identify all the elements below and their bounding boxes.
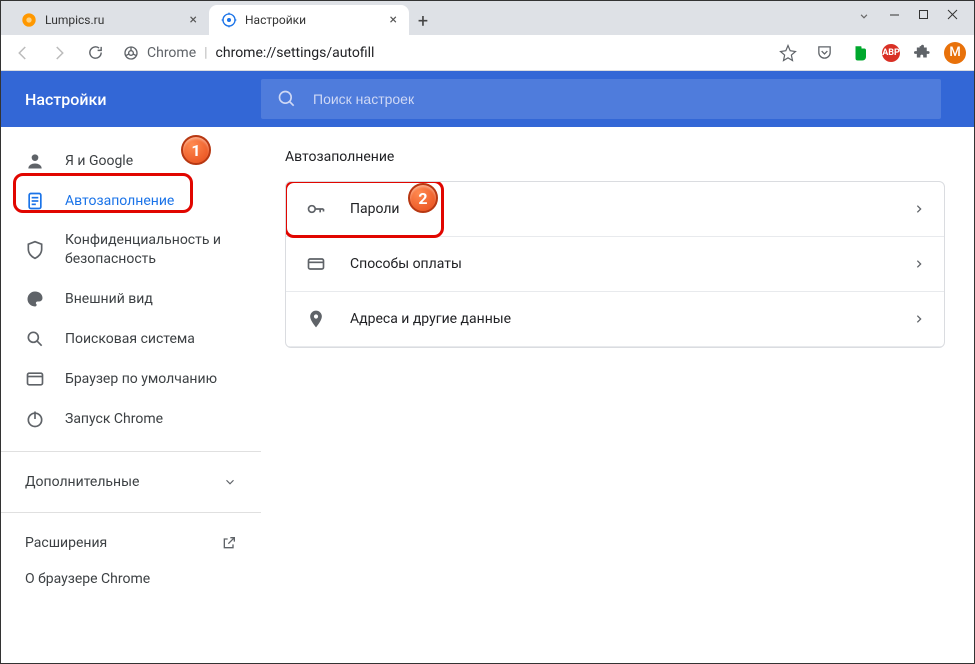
back-button[interactable] bbox=[9, 39, 37, 67]
sidebar-label: Дополнительные bbox=[25, 474, 139, 490]
search-input[interactable] bbox=[313, 91, 925, 107]
evernote-icon[interactable] bbox=[846, 39, 874, 67]
sidebar-item-on-startup[interactable]: Запуск Chrome bbox=[1, 399, 261, 439]
tabs-dropdown-icon[interactable] bbox=[857, 9, 871, 23]
sidebar-item-privacy[interactable]: Конфиденциальность и безопасность bbox=[1, 221, 261, 279]
sidebar-item-default-browser[interactable]: Браузер по умолчанию bbox=[1, 359, 261, 399]
extensions-icon[interactable] bbox=[908, 39, 936, 67]
sidebar-item-you-and-google[interactable]: Я и Google bbox=[1, 141, 261, 181]
tab-lumpics[interactable]: Lumpics.ru × bbox=[9, 5, 209, 35]
sidebar-label: Внешний вид bbox=[65, 291, 153, 307]
section-title: Автозаполнение bbox=[285, 149, 950, 165]
sidebar-label: Расширения bbox=[25, 535, 107, 551]
tabstrip: Lumpics.ru × Настройки × + bbox=[1, 1, 974, 35]
settings-card: Пароли Способы оплаты Адреса и другие да… bbox=[285, 181, 945, 348]
autofill-icon bbox=[25, 191, 45, 211]
chevron-down-icon bbox=[223, 475, 237, 489]
chevron-right-icon bbox=[914, 314, 924, 324]
page-title: Настройки bbox=[1, 90, 261, 109]
reload-button[interactable] bbox=[81, 39, 109, 67]
minimize-icon[interactable] bbox=[889, 9, 900, 23]
person-icon bbox=[25, 151, 45, 171]
power-icon bbox=[25, 409, 45, 429]
sidebar-label: Конфиденциальность и безопасность bbox=[65, 231, 237, 269]
divider bbox=[1, 512, 261, 513]
sidebar-item-autofill[interactable]: Автозаполнение bbox=[1, 181, 261, 221]
sidebar-label: Браузер по умолчанию bbox=[65, 371, 217, 387]
tab-title: Lumpics.ru bbox=[45, 13, 182, 27]
row-label: Адреса и другие данные bbox=[350, 311, 914, 327]
chevron-right-icon bbox=[914, 259, 924, 269]
forward-button[interactable] bbox=[45, 39, 73, 67]
close-icon[interactable]: × bbox=[190, 12, 197, 28]
favicon-lumpics bbox=[21, 12, 37, 28]
open-external-icon bbox=[221, 535, 237, 551]
url-text: chrome://settings/autofill bbox=[216, 45, 375, 61]
sidebar-label: Автозаполнение bbox=[65, 193, 174, 209]
search-icon bbox=[25, 329, 45, 349]
sidebar-item-advanced[interactable]: Дополнительные bbox=[1, 464, 261, 500]
sidebar-label: Я и Google bbox=[65, 153, 133, 169]
toolbar: Chrome | chrome://settings/autofill ABP … bbox=[1, 35, 974, 71]
shield-icon bbox=[25, 240, 45, 260]
sidebar-item-appearance[interactable]: Внешний вид bbox=[1, 279, 261, 319]
favicon-settings bbox=[221, 12, 237, 28]
chrome-logo-icon bbox=[123, 45, 139, 61]
browser-icon bbox=[25, 369, 45, 389]
palette-icon bbox=[25, 289, 45, 309]
annotation-badge-2: 2 bbox=[408, 183, 438, 213]
window-close-icon[interactable] bbox=[947, 9, 958, 23]
sidebar-label: Поисковая система bbox=[65, 331, 195, 347]
row-payment-methods[interactable]: Способы оплаты bbox=[286, 237, 944, 292]
content: Автозаполнение Пароли Способы оплаты Адр… bbox=[261, 127, 974, 653]
url-scheme: Chrome bbox=[147, 45, 196, 61]
sidebar-item-about[interactable]: О браузере Chrome bbox=[1, 561, 261, 597]
tab-settings[interactable]: Настройки × bbox=[209, 5, 409, 35]
card-icon bbox=[306, 254, 326, 274]
tab-title: Настройки bbox=[245, 13, 382, 27]
profile-avatar[interactable]: M bbox=[944, 42, 966, 64]
row-passwords[interactable]: Пароли bbox=[286, 182, 944, 237]
close-icon[interactable]: × bbox=[390, 12, 397, 28]
chevron-right-icon bbox=[914, 204, 924, 214]
row-addresses[interactable]: Адреса и другие данные bbox=[286, 292, 944, 347]
window-controls bbox=[857, 1, 974, 23]
annotation-badge-1: 1 bbox=[181, 135, 211, 165]
divider bbox=[1, 451, 261, 452]
row-label: Способы оплаты bbox=[350, 256, 914, 272]
location-icon bbox=[306, 309, 326, 329]
sidebar-label: О браузере Chrome bbox=[25, 571, 150, 587]
settings-header: Настройки bbox=[1, 71, 974, 127]
pocket-icon[interactable] bbox=[810, 39, 838, 67]
key-icon bbox=[306, 199, 326, 219]
search-icon bbox=[277, 89, 297, 109]
sidebar-label: Запуск Chrome bbox=[65, 411, 163, 427]
sidebar: Я и Google Автозаполнение Конфиденциальн… bbox=[1, 127, 261, 653]
maximize-icon[interactable] bbox=[918, 9, 929, 23]
address-bar[interactable]: Chrome | chrome://settings/autofill bbox=[117, 45, 766, 61]
new-tab-button[interactable]: + bbox=[409, 7, 437, 35]
settings-search[interactable] bbox=[261, 79, 941, 119]
bookmark-star-icon[interactable] bbox=[774, 39, 802, 67]
adblock-icon[interactable]: ABP bbox=[882, 44, 900, 62]
sidebar-item-extensions[interactable]: Расширения bbox=[1, 525, 261, 561]
sidebar-item-search-engine[interactable]: Поисковая система bbox=[1, 319, 261, 359]
